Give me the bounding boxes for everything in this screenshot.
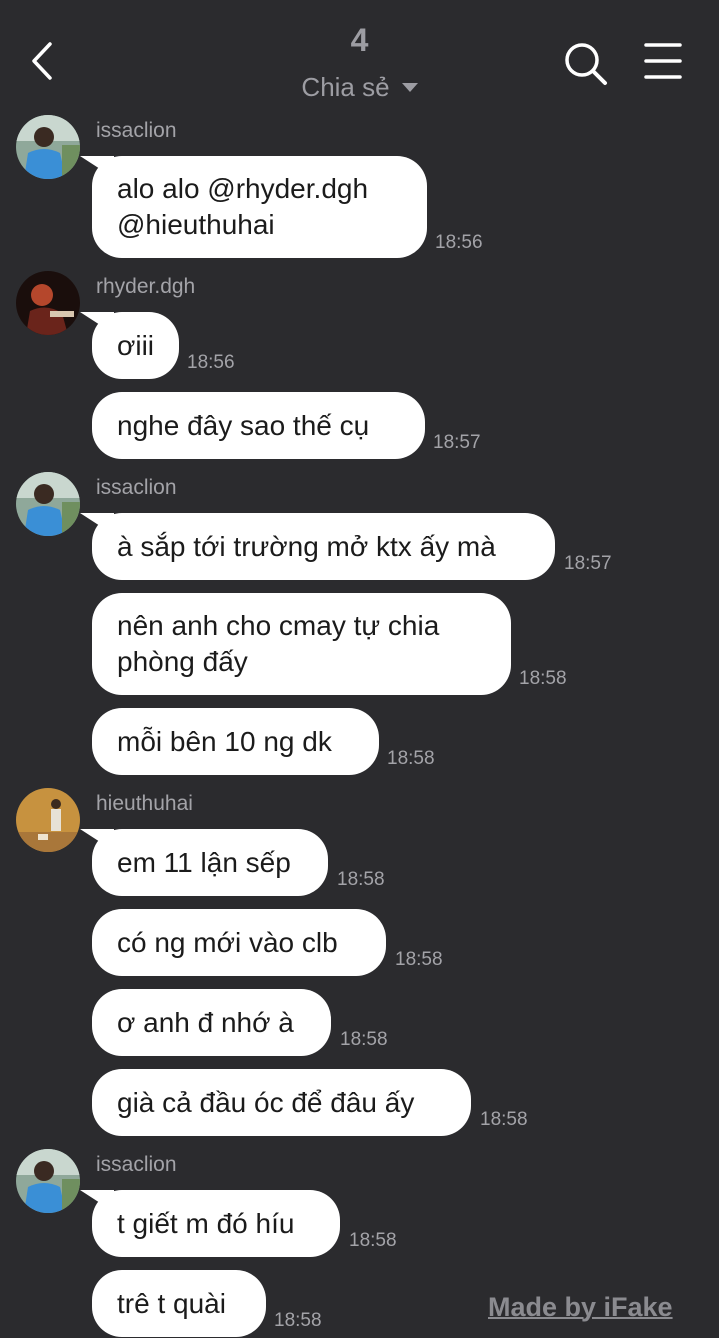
message-bubble[interactable]: già cả đầu óc để đâu ấy: [92, 1069, 471, 1136]
avatar[interactable]: [16, 472, 80, 536]
message-time: 18:58: [480, 1109, 528, 1130]
message-time: 18:57: [433, 432, 481, 453]
message-bubble[interactable]: à sắp tới trường mở ktx ấy mà: [92, 513, 555, 580]
sender-name: rhyder.dgh: [96, 275, 196, 298]
sender-name: issaclion: [96, 476, 177, 499]
message-time: 18:56: [435, 232, 483, 253]
message-text: già cả đầu óc để đâu ấy: [117, 1086, 415, 1118]
message-bubble[interactable]: t giết m đó híu: [92, 1190, 340, 1257]
avatar-image: [16, 788, 80, 852]
avatar-image: [16, 1149, 80, 1213]
message-text: ơ anh đ nhớ à: [117, 1006, 294, 1038]
message-time: 18:58: [387, 748, 435, 769]
message-text: em 11 lận sếp: [117, 846, 291, 878]
sender-name: hieuthuhai: [96, 792, 193, 815]
message-time: 18:58: [337, 869, 385, 890]
message-bubble[interactable]: mỗi bên 10 ng dk: [92, 708, 379, 775]
message-time: 18:56: [187, 352, 235, 373]
search-icon: [565, 43, 607, 85]
avatar-image: [16, 115, 80, 179]
message-time: 18:58: [274, 1310, 322, 1331]
share-dropdown[interactable]: Chia sẻ: [0, 72, 719, 103]
chat-header: 4 Chia sẻ: [0, 0, 719, 110]
sender-name: issaclion: [96, 1153, 177, 1176]
message-text: có ng mới vào clb: [117, 926, 338, 958]
avatar-image: [16, 271, 80, 335]
message-text: nên anh cho cmay tự chia phòng đấy: [117, 610, 440, 677]
message-bubble[interactable]: nghe đây sao thế cụ: [92, 392, 425, 459]
message-bubble[interactable]: nên anh cho cmay tự chia phòng đấy: [92, 593, 511, 695]
avatar[interactable]: [16, 271, 80, 335]
menu-button[interactable]: [640, 40, 686, 84]
message-text: ơiii: [117, 329, 155, 361]
message-bubble[interactable]: alo alo @rhyder.dgh @hieuthuhai: [92, 156, 427, 258]
avatar[interactable]: [16, 115, 80, 179]
avatar[interactable]: [16, 1149, 80, 1213]
message-time: 18:57: [564, 553, 612, 574]
message-bubble[interactable]: ơ anh đ nhớ à: [92, 989, 331, 1056]
message-time: 18:58: [395, 949, 443, 970]
message-text: alo alo @rhyder.dgh @hieuthuhai: [117, 173, 369, 240]
chat-title: 4: [350, 22, 369, 58]
avatar[interactable]: [16, 788, 80, 852]
message-time: 18:58: [349, 1230, 397, 1251]
sender-name: issaclion: [96, 119, 177, 142]
message-text: à sắp tới trường mở ktx ấy mà: [117, 530, 496, 562]
message-bubble[interactable]: em 11 lận sếp: [92, 829, 328, 896]
message-text: trê t quài: [117, 1287, 226, 1319]
message-time: 18:58: [519, 668, 567, 689]
message-text: nghe đây sao thế cụ: [117, 409, 370, 441]
menu-icon: [644, 43, 682, 79]
watermark: Made by iFake: [488, 1292, 673, 1322]
message-bubble[interactable]: trê t quài: [92, 1270, 266, 1337]
share-label: Chia sẻ: [301, 72, 390, 102]
message-time: 18:58: [340, 1029, 388, 1050]
search-button[interactable]: [560, 38, 610, 88]
caret-down-icon: [401, 82, 418, 92]
message-bubble[interactable]: ơiii: [92, 312, 179, 379]
avatar-image: [16, 472, 80, 536]
message-bubble[interactable]: có ng mới vào clb: [92, 909, 386, 976]
message-text: mỗi bên 10 ng dk: [117, 725, 332, 757]
message-text: t giết m đó híu: [117, 1207, 295, 1239]
